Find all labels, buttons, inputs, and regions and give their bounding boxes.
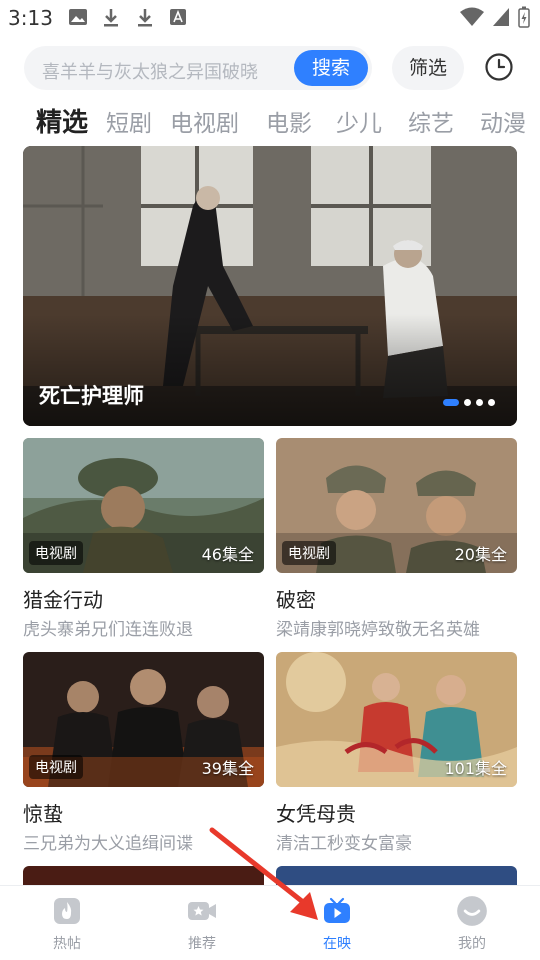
- card-thumbnail-partial[interactable]: [276, 866, 517, 886]
- card-thumbnail: 电视剧 39集全: [23, 652, 264, 787]
- pager-dot: [488, 399, 495, 406]
- type-badge: 电视剧: [29, 541, 83, 565]
- tab-short-drama[interactable]: 短剧: [106, 104, 152, 138]
- status-bar: 3:13: [0, 0, 540, 36]
- smiley-icon: [457, 896, 487, 926]
- card-title: 破密: [276, 588, 316, 612]
- download-icon: [138, 9, 152, 27]
- cellular-signal-icon: [493, 8, 509, 26]
- battery-charging-icon: [518, 6, 530, 28]
- card-thumbnail: 101集全: [276, 652, 517, 787]
- filter-button[interactable]: 筛选: [392, 46, 464, 90]
- nav-label: 我的: [458, 936, 486, 952]
- tab-variety[interactable]: 综艺: [408, 104, 454, 138]
- type-badge: 电视剧: [29, 755, 83, 779]
- tab-anime[interactable]: 动漫: [480, 104, 526, 138]
- card-subtitle: 三兄弟为大义追缉间谍: [23, 834, 193, 854]
- search-placeholder: 喜羊羊与灰太狼之异国破晓: [42, 62, 258, 83]
- download-icon: [104, 9, 118, 27]
- wifi-icon: [460, 7, 484, 26]
- bottom-navigation: 热帖 推荐 在映 我的: [0, 885, 540, 960]
- card-title: 惊蛰: [23, 802, 63, 826]
- card-subtitle: 梁靖康郭晓婷致敬无名英雄: [276, 620, 480, 640]
- search-button[interactable]: 搜索: [294, 50, 368, 86]
- flame-icon: [54, 898, 80, 924]
- search-row: 喜羊羊与灰太狼之异国破晓 搜索 筛选: [0, 44, 540, 92]
- tab-movies[interactable]: 电影: [266, 104, 312, 138]
- tab-tv-series[interactable]: 电视剧: [170, 104, 239, 138]
- tv-play-icon: [324, 897, 350, 923]
- history-clock-icon[interactable]: [484, 52, 514, 82]
- card-subtitle: 虎头寨弟兄们连连败退: [23, 620, 193, 640]
- episode-count: 101集全: [444, 759, 507, 778]
- image-icon: [69, 9, 87, 25]
- nav-item-now-showing[interactable]: 在映: [287, 886, 387, 960]
- tab-featured[interactable]: 精选: [36, 104, 88, 139]
- status-time: 3:13: [8, 6, 53, 30]
- nav-item-recommend[interactable]: 推荐: [152, 886, 252, 960]
- nav-label: 推荐: [188, 936, 216, 952]
- nav-label: 在映: [323, 936, 351, 952]
- episode-count: 20集全: [454, 545, 507, 564]
- card-thumbnail: 电视剧 20集全: [276, 438, 517, 573]
- banner-pager: [443, 399, 495, 406]
- card-thumbnail: 电视剧 46集全: [23, 438, 264, 573]
- featured-banner[interactable]: 死亡护理师: [23, 146, 517, 426]
- category-tabs: 精选 短剧 电视剧 电影 少儿 综艺 动漫: [36, 104, 540, 144]
- nav-item-mine[interactable]: 我的: [422, 886, 522, 960]
- episode-count: 46集全: [201, 545, 254, 564]
- search-input[interactable]: 喜羊羊与灰太狼之异国破晓 搜索: [24, 46, 372, 90]
- card-thumbnail-partial[interactable]: [23, 866, 264, 886]
- pager-dot: [464, 399, 471, 406]
- card-subtitle: 清洁工秒变女富豪: [276, 834, 412, 854]
- pager-dot: [476, 399, 483, 406]
- tab-kids[interactable]: 少儿: [336, 104, 382, 138]
- nav-label: 热帖: [53, 936, 81, 952]
- episode-count: 39集全: [201, 759, 254, 778]
- font-app-icon: [170, 9, 186, 25]
- video-camera-icon: [188, 902, 216, 920]
- pager-dot-active: [443, 399, 459, 406]
- banner-title: 死亡护理师: [39, 384, 144, 408]
- nav-item-hot-posts[interactable]: 热帖: [17, 886, 117, 960]
- card-title: 女凭母贵: [276, 802, 356, 826]
- type-badge: 电视剧: [282, 541, 336, 565]
- card-title: 猎金行动: [23, 588, 103, 612]
